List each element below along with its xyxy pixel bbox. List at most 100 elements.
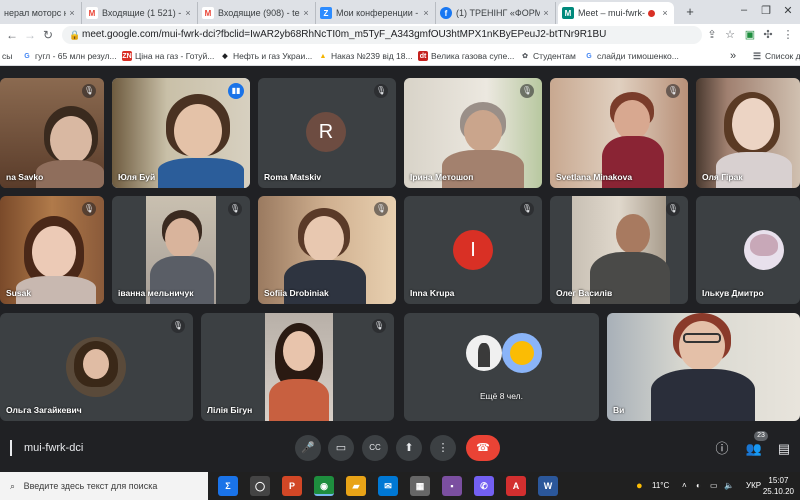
- close-icon[interactable]: ×: [66, 8, 78, 18]
- mic-muted-icon: 🎙: [666, 202, 680, 216]
- browser-tab[interactable]: f (1) ТРЕНІНГ «ФОРМУ ×: [436, 2, 556, 24]
- forward-icon[interactable]: →: [22, 27, 38, 43]
- microphone-button[interactable]: 🎤: [295, 435, 321, 461]
- speaking-indicator-icon: ▮▮: [228, 83, 244, 99]
- bookmark-item[interactable]: ▲ Наказ №239 від 18...: [318, 49, 413, 63]
- browser-tab[interactable]: M Входящие (908) - teb ×: [198, 2, 316, 24]
- reload-icon[interactable]: ↻: [40, 27, 56, 43]
- bookmark-item[interactable]: сы: [2, 49, 12, 63]
- more-options-button[interactable]: ⋮: [430, 435, 456, 461]
- meet-control-bar: mui-fwrk-dci 🎤 ▭ CC ⬆ ⋮ ☎ ⓘ 👥 23 ▤: [0, 431, 800, 466]
- browser-tab[interactable]: M Входящие (1 521) - р ×: [82, 2, 198, 24]
- participant-tile[interactable]: 🎙 Svetlana Minakova: [550, 78, 688, 188]
- mail-icon[interactable]: ✉: [378, 476, 398, 496]
- window-close-icon[interactable]: ✕: [778, 4, 798, 17]
- avatar-face: [510, 341, 534, 365]
- participant-name: Лілія Бігун: [207, 405, 253, 415]
- taskbar-search-input[interactable]: ⌕ Введите здесь текст для поиска: [0, 472, 208, 500]
- info-icon[interactable]: ⓘ: [712, 439, 732, 459]
- present-screen-button[interactable]: ⬆: [396, 435, 422, 461]
- chrome-icon[interactable]: ◉: [314, 476, 334, 496]
- browser-tab[interactable]: Z Мои конференции - ×: [316, 2, 436, 24]
- bookmark-label: Велика газова супе...: [431, 51, 515, 61]
- participant-name: Sofiia Drobiniak: [264, 288, 329, 298]
- lock-icon: 🔒: [69, 30, 81, 40]
- participant-tile[interactable]: 🎙 Susak: [0, 196, 104, 304]
- person-face: [283, 331, 315, 371]
- minimize-icon[interactable]: –: [734, 4, 754, 16]
- close-icon[interactable]: ×: [540, 8, 552, 18]
- keyboard-language[interactable]: УКР: [746, 472, 761, 500]
- powerpoint-icon[interactable]: P: [282, 476, 302, 496]
- person-face: [174, 104, 222, 158]
- bookmark-item[interactable]: G гугл - 65 млн резул...: [22, 49, 117, 63]
- reading-list-button[interactable]: ☰ Список д: [752, 49, 800, 63]
- participant-name: Ількув Дмитро: [702, 288, 764, 298]
- more-participants-tile[interactable]: Ещё 8 чел.: [404, 313, 599, 421]
- mic-muted-icon: 🎙: [374, 84, 388, 98]
- bookmark-item[interactable]: ✿ Студентам: [520, 49, 576, 63]
- acrobat-icon[interactable]: A: [506, 476, 526, 496]
- calculator-icon[interactable]: ▦: [410, 476, 430, 496]
- tray-chevron-icon[interactable]: ˄: [682, 472, 687, 500]
- person-body: [158, 158, 244, 188]
- file-explorer-icon[interactable]: ▰: [346, 476, 366, 496]
- participant-tile[interactable]: Ількув Дмитро: [696, 196, 800, 304]
- captions-button[interactable]: CC: [362, 435, 388, 461]
- volume-icon[interactable]: 🔈: [724, 472, 734, 500]
- people-icon[interactable]: 👥: [744, 439, 764, 459]
- cortana-icon[interactable]: ◯: [250, 476, 270, 496]
- participant-tile[interactable]: Оля Гірак: [696, 78, 800, 188]
- mic-muted-icon: 🎙: [666, 84, 680, 98]
- participant-name: Ви: [613, 405, 625, 415]
- browser-tab[interactable]: нерал моторс юг ×: [0, 2, 82, 24]
- gmail-icon: M: [86, 7, 98, 19]
- task-view-icon[interactable]: Σ: [218, 476, 238, 496]
- share-icon[interactable]: ⇪: [704, 27, 720, 43]
- bookmark-item[interactable]: ZN Ціна на газ - Готуй...: [122, 49, 214, 63]
- participant-name: Юля Буй: [118, 172, 156, 182]
- bookmark-item[interactable]: G слайди тимошенко...: [584, 49, 679, 63]
- viber-icon[interactable]: ✆: [474, 476, 494, 496]
- participant-tile[interactable]: 🎙 Sofiia Drobiniak: [258, 196, 396, 304]
- taskbar-clock[interactable]: 15:07 25.10.20: [763, 475, 794, 497]
- network-icon[interactable]: ▭: [710, 472, 718, 500]
- tray-app-icon[interactable]: ◐: [696, 472, 701, 500]
- close-icon[interactable]: ×: [659, 8, 671, 18]
- word-icon[interactable]: W: [538, 476, 558, 496]
- camera-button[interactable]: ▭: [328, 435, 354, 461]
- puzzle-icon[interactable]: ✣: [760, 27, 776, 43]
- browser-tab-active[interactable]: M Meet – mui-fwrk- ×: [558, 2, 674, 24]
- participant-tile[interactable]: 🎙 Ольга Загайкевич: [0, 313, 193, 421]
- bookmark-item[interactable]: ◆ Нефть и газ Украи...: [220, 49, 312, 63]
- floppy-icon[interactable]: ▪: [442, 476, 462, 496]
- bookmark-item[interactable]: dt Велика газова супе...: [418, 49, 514, 63]
- participant-tile[interactable]: 🎙 Лілія Бігун: [201, 313, 394, 421]
- participant-tile[interactable]: I 🎙 Inna Krupa: [404, 196, 542, 304]
- address-bar[interactable]: 🔒 meet.google.com/mui-fwrk-dci?fbclid=Iw…: [62, 26, 702, 44]
- participant-tile[interactable]: 🎙 Олег Василів: [550, 196, 688, 304]
- menu-icon[interactable]: ⋮: [780, 27, 796, 43]
- person-face: [304, 216, 344, 262]
- participant-tile[interactable]: 🎙 na Savko: [0, 78, 104, 188]
- maximize-icon[interactable]: ❐: [756, 4, 776, 17]
- participant-tile[interactable]: 🎙 іванна мельничук: [112, 196, 250, 304]
- back-icon[interactable]: ←: [4, 27, 20, 43]
- weather-icon: ●: [636, 480, 643, 492]
- star-icon[interactable]: ☆: [722, 27, 738, 43]
- chat-icon[interactable]: ▤: [774, 439, 794, 459]
- participant-tile[interactable]: R 🎙 Roma Matskiv: [258, 78, 396, 188]
- self-view-tile[interactable]: Ви: [607, 313, 800, 421]
- person-face: [616, 214, 650, 254]
- participant-tile-speaking[interactable]: ▮▮ Юля Буй: [112, 78, 250, 188]
- extension-icon[interactable]: ▣: [742, 27, 758, 43]
- bookmarks-more-button[interactable]: »: [730, 49, 736, 63]
- windows-taskbar: ⌕ Введите здесь текст для поиска Σ ◯ P ◉…: [0, 472, 800, 500]
- close-icon[interactable]: ×: [420, 8, 432, 18]
- close-icon[interactable]: ×: [182, 8, 194, 18]
- close-icon[interactable]: ×: [300, 8, 312, 18]
- meeting-code: mui-fwrk-dci: [24, 442, 84, 454]
- participant-tile[interactable]: 🎙 Ірина Метошоп: [404, 78, 542, 188]
- end-call-button[interactable]: ☎: [466, 435, 500, 461]
- new-tab-button[interactable]: +: [680, 4, 700, 19]
